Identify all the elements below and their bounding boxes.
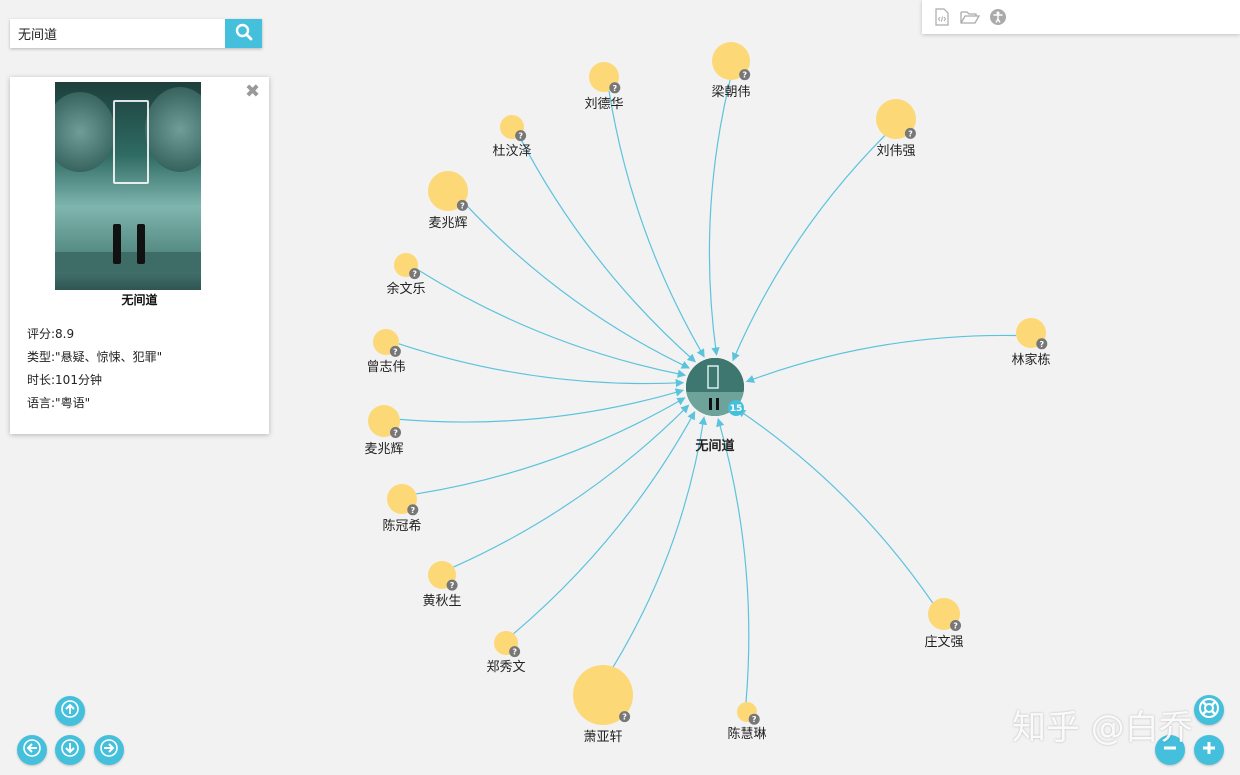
search-bar: [10, 19, 262, 48]
node-badge: ?: [622, 713, 627, 722]
graph-node[interactable]: ? 麦兆辉: [364, 405, 404, 457]
node-label: 庄文强: [924, 634, 963, 650]
graph-node[interactable]: ? 梁朝伟: [711, 42, 751, 100]
connection-count: 15: [730, 404, 743, 414]
graph-node[interactable]: ? 余文乐: [386, 253, 426, 297]
plus-icon: [1201, 740, 1217, 760]
folder-open-icon[interactable]: [960, 7, 980, 27]
search-icon: [235, 23, 253, 45]
arrow-left-icon: [23, 739, 41, 761]
graph-node[interactable]: ? 杜汶泽: [492, 115, 532, 159]
graph-node[interactable]: ? 郑秀文: [486, 631, 526, 675]
node-badge: ?: [450, 581, 455, 590]
fit-view-button[interactable]: [1194, 695, 1224, 725]
node-badge: ?: [908, 129, 913, 138]
search-button[interactable]: [225, 19, 262, 48]
node-label: 梁朝伟: [711, 85, 750, 100]
node-label: 麦兆辉: [364, 442, 403, 457]
property-language: 语言:"粤语": [27, 396, 91, 410]
graph-node[interactable]: ? 曾志伟: [366, 329, 406, 375]
node-badge: ?: [612, 84, 617, 93]
arrow-down-icon: [61, 739, 79, 761]
property-duration: 时长:101分钟: [27, 373, 102, 387]
graph-edge: [453, 404, 690, 568]
property-rating: 评分:8.9: [27, 327, 75, 341]
node-label: 余文乐: [386, 281, 425, 297]
node-label: 林家栋: [1011, 352, 1050, 368]
node-label: 刘德华: [584, 97, 623, 112]
graph-node[interactable]: ? 陈慧琳: [727, 702, 767, 742]
pan-up-button[interactable]: [55, 696, 85, 726]
node-label: 曾志伟: [366, 360, 405, 375]
node-badge: ?: [410, 506, 415, 515]
graph-node[interactable]: ?萧亚轩: [573, 665, 633, 745]
pan-right-button[interactable]: [94, 735, 124, 765]
graph-edge: [708, 79, 731, 356]
movie-poster: [55, 82, 201, 290]
arrow-right-icon: [100, 739, 118, 761]
node-info-panel: ✖ 无间道 评分:8.9 类型:"悬疑、惊悚、犯罪" 时长:101分钟 语言:"…: [10, 77, 269, 434]
graph-node[interactable]: ? 陈冠希: [382, 484, 422, 534]
node-label: 陈冠希: [382, 518, 421, 534]
node-badge: ?: [512, 648, 517, 657]
node-label: 郑秀文: [486, 660, 525, 675]
arrow-up-icon: [61, 700, 79, 722]
graph-node[interactable]: ? 林家栋: [1011, 318, 1051, 368]
top-toolbar: [922, 0, 1240, 34]
node-badge: ?: [460, 201, 465, 210]
graph-edge: [732, 135, 886, 362]
graph-edge: [518, 136, 696, 363]
node-label: 黄秋生: [422, 594, 461, 609]
code-file-icon[interactable]: [932, 7, 952, 27]
node-badge: ?: [518, 132, 523, 141]
graph-node[interactable]: ? 黄秋生: [422, 561, 462, 609]
node-badge: ?: [742, 71, 747, 80]
graph-edge: [416, 268, 687, 378]
graph-edge: [608, 91, 705, 358]
graph-edge: [399, 388, 684, 423]
node-label: 陈慧琳: [727, 726, 766, 742]
graph-node[interactable]: ? 麦兆辉: [428, 171, 468, 231]
pan-left-button[interactable]: [17, 735, 47, 765]
graph-edge: [745, 334, 1017, 383]
node-label: 麦兆辉: [428, 216, 467, 231]
node-badge: ?: [393, 347, 398, 356]
center-node-label: 无间道: [694, 438, 734, 454]
node-label: 刘伟强: [876, 144, 915, 159]
node-badge: ?: [1039, 340, 1044, 349]
node-badge: ?: [393, 429, 398, 438]
property-list: 评分:8.9 类型:"悬疑、惊悚、犯罪" 时长:101分钟 语言:"粤语": [27, 326, 162, 418]
graph-edge: [513, 411, 696, 635]
watermark: 知乎 @白乔: [1012, 708, 1193, 748]
graph-node[interactable]: ? 刘德华: [584, 62, 624, 112]
graph-node[interactable]: ? 庄文强: [924, 598, 964, 650]
graph-edge: [737, 409, 934, 604]
node-label: 萧亚轩: [583, 730, 622, 745]
panel-title: 无间道: [121, 293, 158, 307]
node-label: 杜汶泽: [492, 143, 531, 159]
zoom-in-button[interactable]: [1194, 735, 1224, 765]
lifebuoy-icon: [1198, 697, 1220, 723]
pan-down-button[interactable]: [55, 735, 85, 765]
close-icon[interactable]: ✖: [245, 83, 260, 101]
graph-edge: [716, 418, 750, 703]
graph-edge: [612, 416, 708, 668]
search-input[interactable]: [10, 19, 225, 48]
graph-node[interactable]: ? 刘伟强: [876, 99, 916, 159]
node-badge: ?: [752, 715, 757, 724]
accessibility-icon[interactable]: [988, 7, 1008, 27]
node-badge: ?: [412, 270, 417, 279]
node-badge: ?: [953, 622, 958, 631]
center-node-wujiandao[interactable]: 15 无间道: [686, 358, 744, 454]
graph-edge: [398, 343, 685, 388]
property-genre: 类型:"悬疑、惊悚、犯罪": [27, 350, 163, 364]
graph-edge: [463, 202, 690, 369]
